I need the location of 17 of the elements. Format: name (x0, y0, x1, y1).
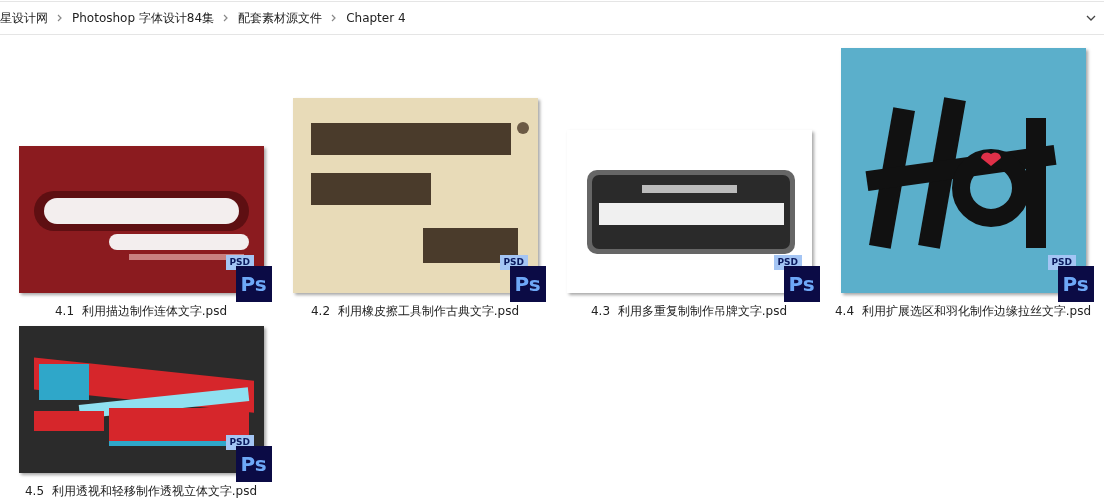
breadcrumb-item[interactable]: 星设计网 (0, 9, 48, 27)
app-tile: Ps (235, 446, 272, 482)
chevron-right-icon[interactable] (56, 14, 64, 22)
app-tile: Ps (235, 266, 272, 302)
file-name[interactable]: 4.1 利用描边制作连体文字.psd (55, 302, 227, 320)
file-name[interactable]: 4.4 利用扩展选区和羽化制作边缘拉丝文字.psd (835, 302, 1091, 320)
address-bar[interactable]: 星设计网 Photoshop 字体设计84集 配套素材源文件 Chapter 4 (0, 1, 1104, 35)
breadcrumb-item[interactable]: Chapter 4 (346, 9, 406, 27)
file-name[interactable]: 4.3 利用多重复制制作吊牌文字.psd (591, 302, 787, 320)
breadcrumb-item[interactable]: 配套素材源文件 (238, 9, 323, 27)
file-name[interactable]: 4.5 利用透视和轻移制作透视立体文字.psd (25, 482, 257, 500)
chevron-down-icon[interactable] (1086, 14, 1096, 22)
app-tile: Ps (783, 266, 820, 302)
file-name[interactable]: 4.2 利用橡皮擦工具制作古典文字.psd (311, 302, 519, 320)
app-tile: Ps (1057, 266, 1094, 302)
app-tile: Ps (509, 266, 546, 302)
breadcrumb-item[interactable]: Photoshop 字体设计84集 (72, 9, 215, 27)
